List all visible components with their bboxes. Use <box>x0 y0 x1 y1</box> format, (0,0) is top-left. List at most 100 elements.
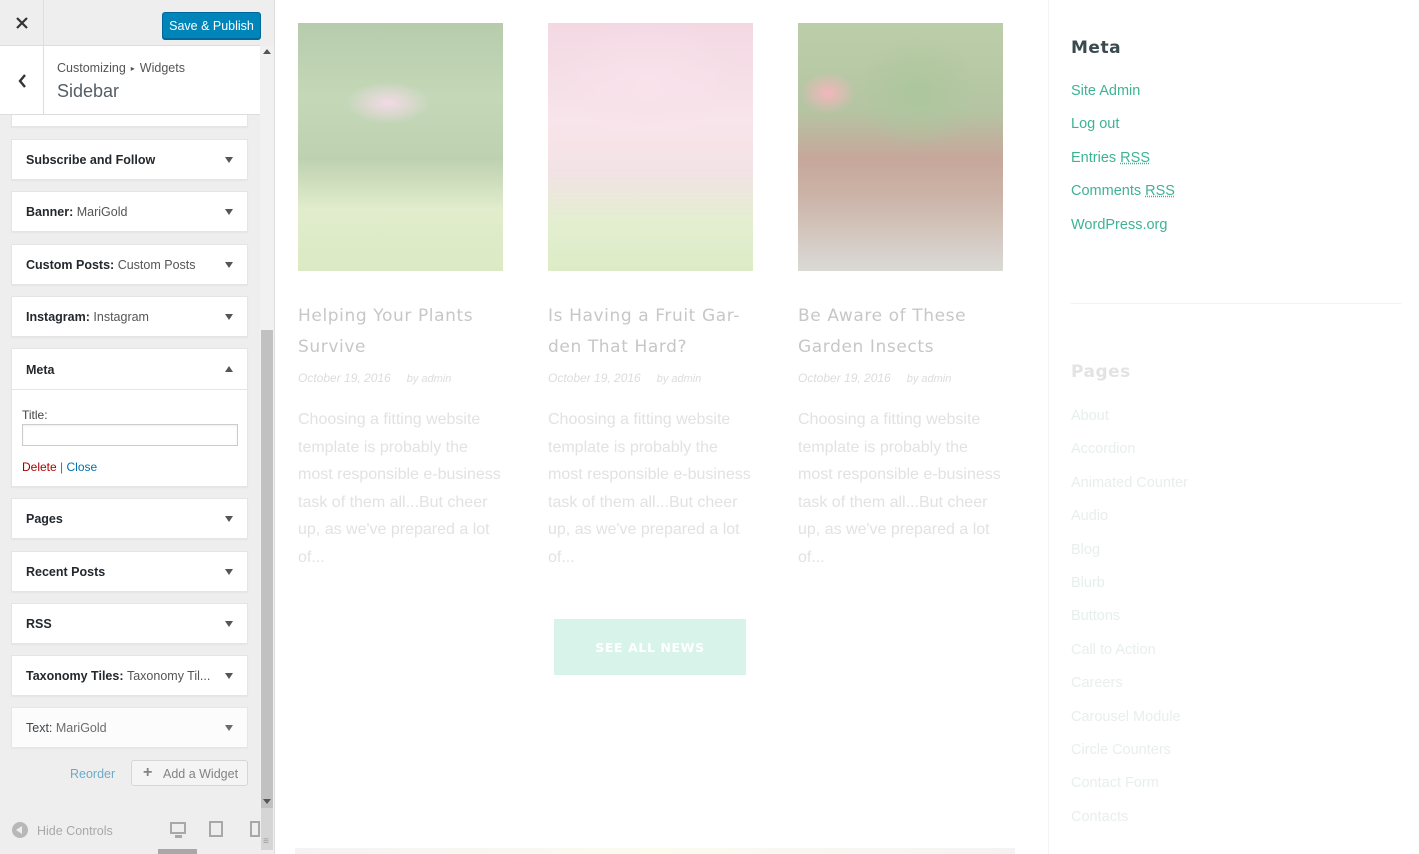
customizer-header: Save & Publish <box>0 0 261 46</box>
hide-controls-button[interactable]: Hide Controls <box>37 824 113 838</box>
widget-meta-expanded: Meta Title: Delete | Close <box>11 348 248 487</box>
section-titlebar: Customizing ▸ Widgets Sidebar <box>0 46 260 115</box>
page-link[interactable]: About <box>1071 408 1188 441</box>
widget-title: Subscribe and Follow <box>26 153 156 167</box>
expand-arrow-icon[interactable] <box>225 314 233 320</box>
page-link[interactable]: Blog <box>1071 542 1188 575</box>
back-button[interactable] <box>0 46 44 115</box>
save-publish-button[interactable]: Save & Publish <box>162 12 261 39</box>
meta-link-entries-rss[interactable]: Entries RSS <box>1071 150 1175 183</box>
widget-text[interactable]: Text: MariGold <box>11 707 248 748</box>
widget-title: Text: <box>26 721 53 735</box>
widget-title: Instagram: <box>26 310 90 324</box>
widget-meta-header[interactable]: Meta <box>12 349 247 390</box>
widget-title: Custom Posts: <box>26 258 115 272</box>
page-link[interactable]: Careers <box>1071 675 1188 708</box>
hide-controls-icon[interactable] <box>12 822 28 838</box>
widget-title: Meta <box>26 363 55 377</box>
post-title[interactable]: Helping Your Plants Survive <box>298 301 513 363</box>
widget-taxonomy-tiles[interactable]: Taxonomy Tiles: Taxonomy Til... <box>11 655 248 696</box>
page-link[interactable]: Contacts <box>1071 809 1188 842</box>
post-title[interactable]: Is Having a Fruit Gar-den That Hard? <box>548 301 763 363</box>
customizer-panel: Save & Publish Customizing ▸ Widgets Sideb… <box>0 0 275 854</box>
expand-arrow-icon[interactable] <box>225 673 233 679</box>
page-link[interactable]: Contact Form <box>1071 775 1188 808</box>
page-link[interactable]: Buttons <box>1071 608 1188 641</box>
panel-scrollbar[interactable]: ≡ <box>260 46 274 850</box>
post-title[interactable]: Be Aware of These Garden Insects <box>798 301 1013 363</box>
page-link[interactable]: Accordion <box>1071 441 1188 474</box>
post-meta: October 19, 2016 by admin <box>298 371 451 385</box>
scrollbar-thumb[interactable]: ≡ <box>261 330 273 850</box>
page-link[interactable]: Carousel Module <box>1071 709 1188 742</box>
widget-rss[interactable]: RSS <box>11 603 248 644</box>
add-widget-label: Add a Widget <box>163 767 239 781</box>
expand-arrow-icon[interactable] <box>225 262 233 268</box>
page-link[interactable]: Circle Counters <box>1071 742 1188 775</box>
title-field-label: Title: <box>22 408 48 422</box>
widget-banner[interactable]: Banner: MariGold <box>11 191 248 232</box>
widget-pages[interactable]: Pages <box>11 498 248 539</box>
pages-widget-heading: Pages <box>1071 362 1131 382</box>
scroll-up-arrow-icon[interactable] <box>263 49 271 54</box>
page-link[interactable]: Audio <box>1071 508 1188 541</box>
post-thumbnail[interactable] <box>298 23 503 271</box>
section-title: Sidebar <box>57 81 120 101</box>
close-link[interactable]: Close <box>67 460 98 474</box>
mobile-icon[interactable] <box>250 821 260 837</box>
expand-arrow-icon[interactable] <box>225 209 233 215</box>
delete-link[interactable]: Delete <box>22 460 57 474</box>
desktop-icon[interactable] <box>170 822 186 838</box>
expand-arrow-icon[interactable] <box>225 621 233 627</box>
post-excerpt: Choosing a fitting website template is p… <box>298 411 501 566</box>
widget-title: Pages <box>26 512 63 526</box>
expand-arrow-icon[interactable] <box>225 725 233 731</box>
post-author[interactable]: by admin <box>641 373 702 385</box>
meta-links-list: Site Admin Log out Entries RSS Comments … <box>1071 83 1175 250</box>
expand-arrow-icon[interactable] <box>225 516 233 522</box>
collapse-arrow-icon[interactable] <box>225 366 233 372</box>
widget-instagram[interactable]: Instagram: Instagram <box>11 296 248 337</box>
post-meta: October 19, 2016 by admin <box>548 371 701 385</box>
meta-widget-heading: Meta <box>1071 38 1122 58</box>
widget-title: RSS <box>26 617 52 631</box>
post-author[interactable]: by admin <box>391 373 452 385</box>
widget-subtitle: Instagram <box>93 310 149 324</box>
post-date[interactable]: October 19, 2016 <box>798 371 891 385</box>
see-all-news-button[interactable]: SEE ALL NEWS <box>554 619 746 675</box>
post-author[interactable]: by admin <box>891 373 952 385</box>
widget-title-input[interactable] <box>22 424 238 446</box>
widget-actions: Delete | Close <box>22 460 97 474</box>
page-link[interactable]: Animated Counter <box>1071 475 1188 508</box>
active-device-indicator <box>158 849 197 854</box>
widget-subtitle: Custom Posts <box>117 258 196 272</box>
customizer-footer: Hide Controls <box>0 808 274 854</box>
meta-link-site-admin[interactable]: Site Admin <box>1071 83 1175 116</box>
reorder-link[interactable]: Reorder <box>70 767 115 781</box>
post-date[interactable]: October 19, 2016 <box>548 371 641 385</box>
widget-recent-posts[interactable]: Recent Posts <box>11 551 248 592</box>
post-excerpt: Choosing a fitting website template is p… <box>798 411 1001 566</box>
widget-subscribe-follow[interactable]: Subscribe and Follow <box>11 139 248 180</box>
widget-divider <box>1071 303 1401 304</box>
page-link[interactable]: Call to Action <box>1071 642 1188 675</box>
widget-title: Taxonomy Tiles: <box>26 669 124 683</box>
breadcrumb-child: Widgets <box>139 61 185 75</box>
post-date[interactable]: October 19, 2016 <box>298 371 391 385</box>
page-link[interactable]: Blurb <box>1071 575 1188 608</box>
expand-arrow-icon[interactable] <box>225 569 233 575</box>
add-widget-button[interactable]: + Add a Widget <box>131 760 248 786</box>
expand-arrow-icon[interactable] <box>225 157 233 163</box>
widget-title: Recent Posts <box>26 565 106 579</box>
post-thumbnail[interactable] <box>798 23 1003 271</box>
close-customizer-button[interactable] <box>0 0 44 46</box>
post-thumbnail[interactable] <box>548 23 753 271</box>
meta-link-comments-rss[interactable]: Comments RSS <box>1071 183 1175 216</box>
meta-link-logout[interactable]: Log out <box>1071 116 1175 149</box>
scroll-down-arrow-icon[interactable] <box>263 799 271 804</box>
widget-subtitle: MariGold <box>76 205 128 219</box>
tablet-icon[interactable] <box>209 821 223 837</box>
widget-custom-posts[interactable]: Custom Posts: Custom Posts <box>11 244 248 285</box>
meta-link-wordpress-org[interactable]: WordPress.org <box>1071 217 1175 250</box>
sidebar-divider <box>1048 0 1049 854</box>
